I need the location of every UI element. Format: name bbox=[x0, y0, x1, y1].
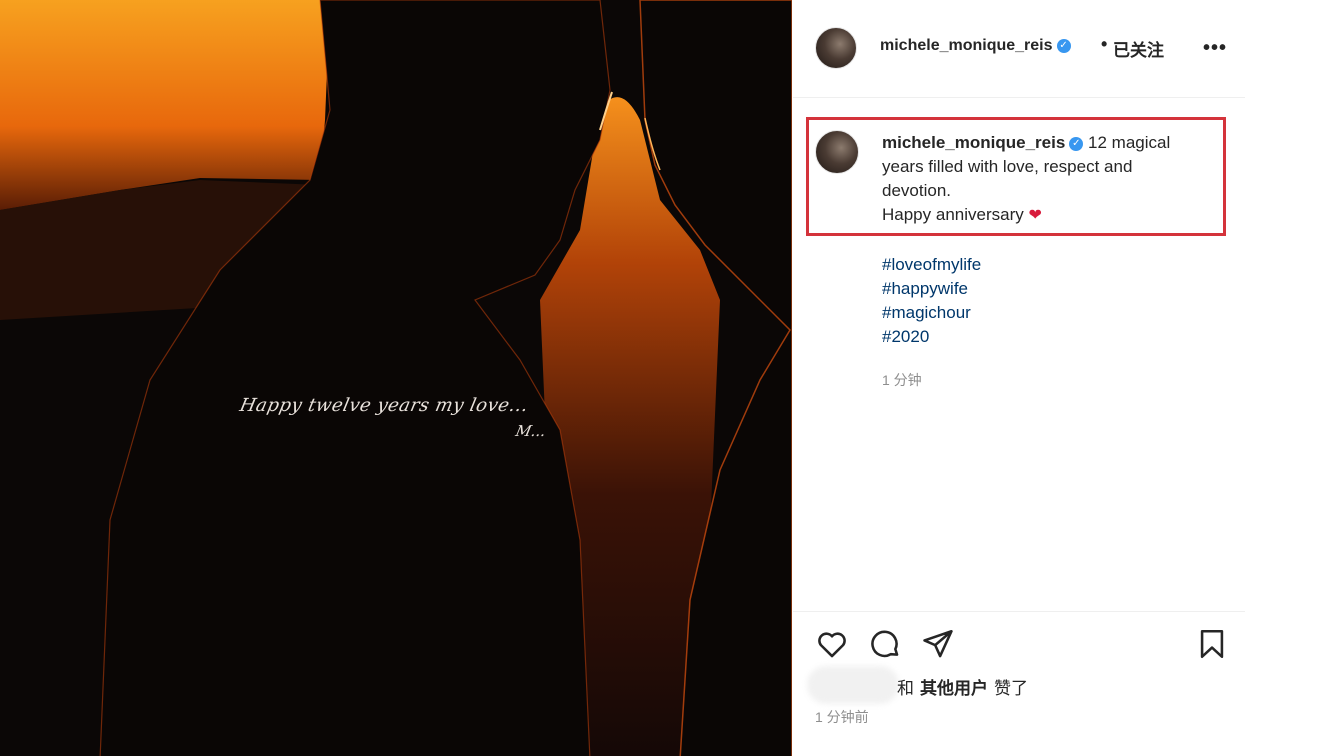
hashtag-link[interactable]: #happywife bbox=[882, 277, 981, 301]
paper-plane-icon[interactable] bbox=[921, 627, 955, 661]
likes-others-link[interactable]: 其他用户 bbox=[920, 679, 988, 698]
heart-outline-icon[interactable] bbox=[815, 627, 849, 661]
photo-handwritten-caption: Happy twelve years my love... bbox=[237, 395, 531, 416]
caption-avatar[interactable] bbox=[815, 130, 859, 174]
photo-silhouette-artwork bbox=[0, 0, 792, 756]
caption-line2: Happy anniversary bbox=[882, 205, 1024, 224]
blurred-liker-avatars bbox=[807, 666, 899, 704]
hashtag-list: #loveofmylife #happywife #magichour #202… bbox=[882, 253, 981, 349]
divider bbox=[793, 611, 1245, 612]
photo-handwritten-signature: M... bbox=[514, 422, 548, 440]
caption-comment: michele_monique_reis ✓ 12 magical years f… bbox=[882, 131, 1202, 228]
verified-badge-icon: ✓ bbox=[1069, 136, 1084, 151]
header-username[interactable]: michele_monique_reis bbox=[880, 37, 1053, 54]
likes-suffix: 赞了 bbox=[994, 679, 1028, 698]
post-timestamp: 1 分钟前 bbox=[815, 709, 869, 725]
red-heart-emoji-icon: ❤ bbox=[1028, 207, 1042, 224]
caption-username[interactable]: michele_monique_reis bbox=[882, 133, 1065, 152]
divider bbox=[793, 97, 1245, 98]
post-photo[interactable]: Happy twelve years my love... M... bbox=[0, 0, 792, 756]
header-separator: • bbox=[1101, 34, 1108, 54]
header-username-row[interactable]: michele_monique_reis ✓ bbox=[880, 37, 1071, 55]
verified-badge-icon: ✓ bbox=[1056, 38, 1071, 53]
likes-summary[interactable]: 和其他用户 赞了 bbox=[897, 674, 1028, 699]
likes-prefix: 和 bbox=[897, 679, 914, 698]
more-options-icon[interactable]: ••• bbox=[1203, 38, 1227, 58]
hashtag-link[interactable]: #magichour bbox=[882, 301, 981, 325]
hashtag-link[interactable]: #2020 bbox=[882, 325, 981, 349]
header-avatar[interactable] bbox=[815, 27, 857, 69]
post-side-panel: michele_monique_reis ✓ • 已关注 ••• michele_… bbox=[793, 0, 1320, 756]
caption-timestamp: 1 分钟 bbox=[882, 372, 922, 388]
comment-bubble-icon[interactable] bbox=[868, 627, 902, 661]
following-button[interactable]: 已关注 bbox=[1113, 36, 1164, 61]
bookmark-icon[interactable] bbox=[1195, 627, 1229, 661]
hashtag-link[interactable]: #loveofmylife bbox=[882, 253, 981, 277]
